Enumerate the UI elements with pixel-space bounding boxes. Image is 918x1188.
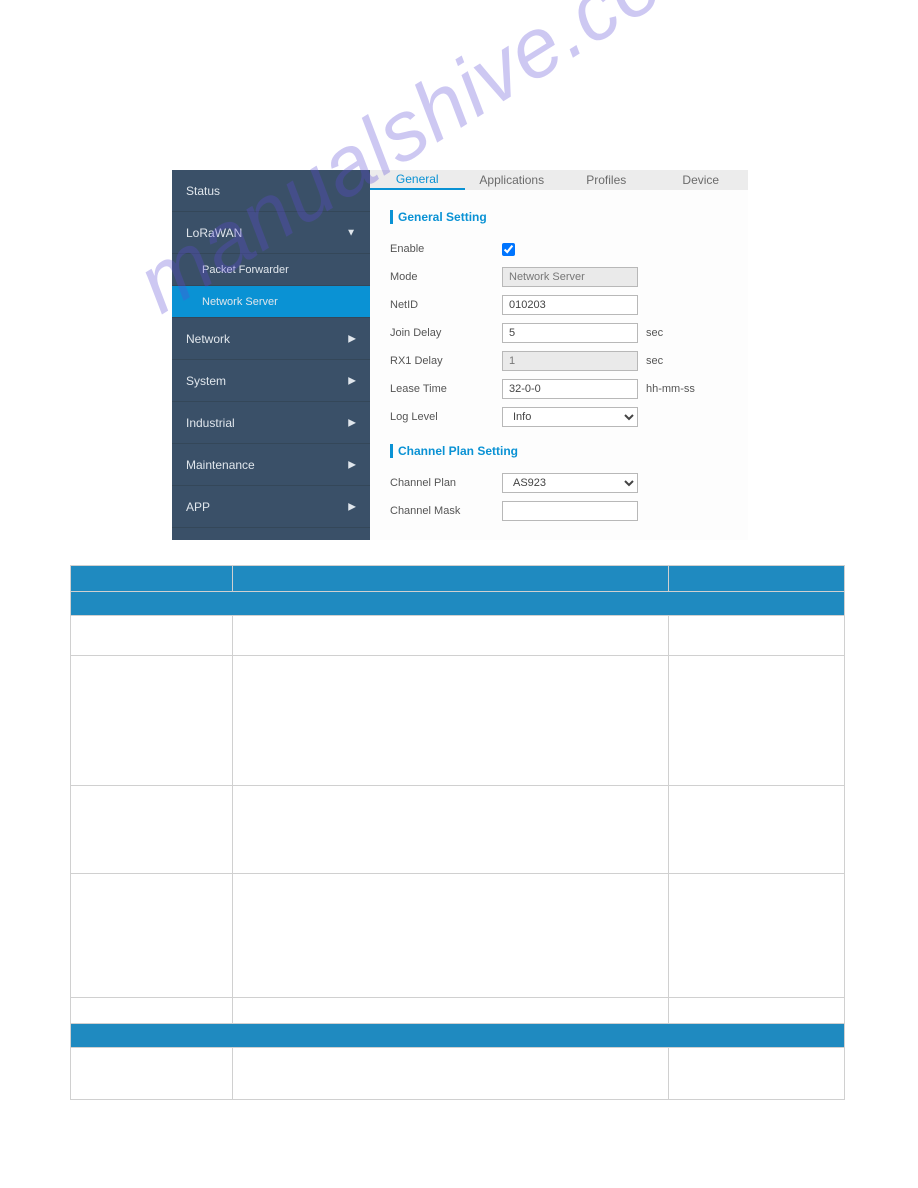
sidebar-item-app[interactable]: APP ▶ <box>172 486 370 528</box>
plan-label: Channel Plan <box>390 477 502 489</box>
channelmask-field[interactable] <box>502 501 638 521</box>
table-section-row <box>71 1024 845 1048</box>
caret-right-icon: ▶ <box>348 375 356 386</box>
tab-device[interactable]: Device <box>654 170 749 190</box>
config-screenshot: Status LoRaWAN ▼ Packet Forwarder Networ… <box>172 170 748 540</box>
sidebar-sublabel: Network Server <box>202 296 278 308</box>
content-area: General Setting Enable Mode NetID Join D… <box>370 190 748 540</box>
table-row <box>71 616 845 656</box>
rx1-label: RX1 Delay <box>390 355 502 367</box>
table-row <box>71 656 845 786</box>
loglevel-select[interactable]: Info <box>502 407 638 427</box>
row-mode: Mode <box>390 264 728 290</box>
tab-label: Applications <box>479 173 544 187</box>
mode-field <box>502 267 638 287</box>
sidebar-label: Industrial <box>186 416 235 430</box>
lease-field[interactable] <box>502 379 638 399</box>
row-rx1delay: RX1 Delay sec <box>390 348 728 374</box>
sidebar-item-lorawan[interactable]: LoRaWAN ▼ <box>172 212 370 254</box>
sidebar-label: Status <box>186 184 220 198</box>
tab-profiles[interactable]: Profiles <box>559 170 654 190</box>
sidebar-label: Network <box>186 332 230 346</box>
main-panel: General Applications Profiles Device Gen… <box>370 170 748 540</box>
tab-bar: General Applications Profiles Device <box>370 170 748 190</box>
lease-label: Lease Time <box>390 383 502 395</box>
row-loglevel: Log Level Info <box>390 404 728 430</box>
tab-label: Device <box>682 173 719 187</box>
sidebar-subitem-network-server[interactable]: Network Server <box>172 286 370 318</box>
table-row <box>71 1048 845 1100</box>
channelplan-select[interactable]: AS923 <box>502 473 638 493</box>
row-channelmask: Channel Mask <box>390 498 728 524</box>
mask-label: Channel Mask <box>390 505 502 517</box>
sidebar: Status LoRaWAN ▼ Packet Forwarder Networ… <box>172 170 370 540</box>
caret-right-icon: ▶ <box>348 417 356 428</box>
table-header-row <box>71 566 845 592</box>
documentation-table <box>70 565 845 1100</box>
section-channel-title: Channel Plan Setting <box>390 444 728 458</box>
tab-label: Profiles <box>586 173 626 187</box>
table-subheader-row <box>71 592 845 616</box>
sidebar-sublabel: Packet Forwarder <box>202 264 289 276</box>
joindelay-suffix: sec <box>646 327 663 339</box>
tab-applications[interactable]: Applications <box>465 170 560 190</box>
lease-suffix: hh-mm-ss <box>646 383 695 395</box>
sidebar-label: LoRaWAN <box>186 226 242 240</box>
rx1-field <box>502 351 638 371</box>
sidebar-item-industrial[interactable]: Industrial ▶ <box>172 402 370 444</box>
sidebar-label: APP <box>186 500 210 514</box>
joindelay-field[interactable] <box>502 323 638 343</box>
caret-down-icon: ▼ <box>346 227 356 238</box>
sidebar-item-network[interactable]: Network ▶ <box>172 318 370 360</box>
row-channelplan: Channel Plan AS923 <box>390 470 728 496</box>
sidebar-label: System <box>186 374 226 388</box>
section-general-title: General Setting <box>390 210 728 224</box>
row-netid: NetID <box>390 292 728 318</box>
tab-general[interactable]: General <box>370 170 465 190</box>
caret-right-icon: ▶ <box>348 501 356 512</box>
enable-label: Enable <box>390 243 502 255</box>
table-row <box>71 998 845 1024</box>
table-row <box>71 786 845 874</box>
mode-label: Mode <box>390 271 502 283</box>
enable-checkbox[interactable] <box>502 243 515 256</box>
row-lease: Lease Time hh-mm-ss <box>390 376 728 402</box>
caret-right-icon: ▶ <box>348 333 356 344</box>
sidebar-subitem-packet-forwarder[interactable]: Packet Forwarder <box>172 254 370 286</box>
row-enable: Enable <box>390 236 728 262</box>
joindelay-label: Join Delay <box>390 327 502 339</box>
netid-label: NetID <box>390 299 502 311</box>
table-row <box>71 874 845 998</box>
log-label: Log Level <box>390 411 502 423</box>
tab-label: General <box>396 172 439 186</box>
sidebar-label: Maintenance <box>186 458 255 472</box>
sidebar-item-status[interactable]: Status <box>172 170 370 212</box>
rx1-suffix: sec <box>646 355 663 367</box>
netid-field[interactable] <box>502 295 638 315</box>
sidebar-item-maintenance[interactable]: Maintenance ▶ <box>172 444 370 486</box>
sidebar-item-system[interactable]: System ▶ <box>172 360 370 402</box>
caret-right-icon: ▶ <box>348 459 356 470</box>
row-joindelay: Join Delay sec <box>390 320 728 346</box>
